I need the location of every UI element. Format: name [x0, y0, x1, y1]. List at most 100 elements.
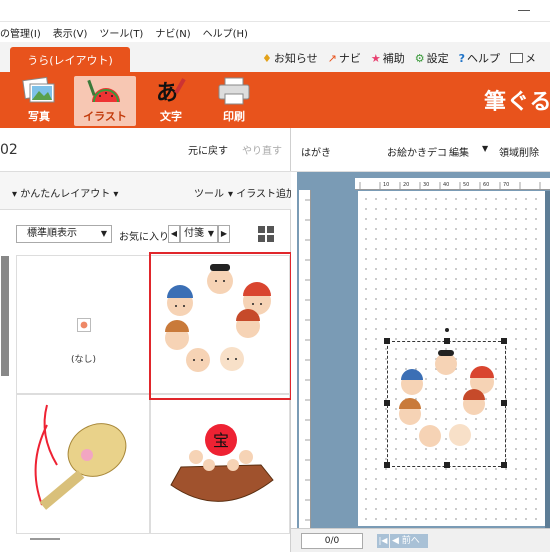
favorites-next-button[interactable]: ▶ — [218, 225, 230, 243]
first-page-button[interactable]: |◀ — [377, 534, 389, 548]
brush-text-icon: あ — [156, 78, 186, 106]
prev-page-button[interactable]: ◀ 前へ — [390, 534, 428, 548]
gear-icon: ⚙ — [414, 51, 425, 65]
resize-handle-bl[interactable] — [384, 462, 390, 468]
favorites-select[interactable]: 付箋 ▼ — [180, 225, 218, 243]
toolbar-photo-button[interactable]: 写真 — [8, 76, 70, 126]
panel-bottom-bar — [30, 538, 60, 540]
treasure-ship-illust: 宝 — [170, 424, 274, 502]
ruler-label: 70 — [503, 182, 509, 188]
tab-ura-layout[interactable]: うら(レイアウト) — [10, 47, 130, 72]
illust-panel: 02 元に戻す やり直す ▾ かんたんレイアウト ▾ ツール ▾ イラスト追加 … — [0, 128, 296, 552]
none-label: (なし) — [71, 355, 97, 365]
link-settings[interactable]: ⚙ 設定 — [415, 50, 449, 66]
sort-select[interactable]: 標準順表示 ▼ — [16, 225, 112, 243]
resize-handle-t[interactable] — [444, 338, 450, 344]
redo-button[interactable]: やり直す — [242, 142, 282, 157]
star-icon: ★ — [370, 51, 381, 65]
resize-handle-tr[interactable] — [501, 338, 507, 344]
toolbar-text-button[interactable]: あ 文字 — [140, 76, 202, 126]
deco-button[interactable]: お絵かきデコ — [387, 144, 447, 159]
favorites-label: お気に入り — [119, 232, 169, 243]
placed-seven-gods-illust — [399, 350, 494, 447]
ruler-label: 50 — [463, 182, 469, 188]
link-assist[interactable]: ★ 補助 — [371, 50, 405, 66]
panel-subtoolbar: ▾ かんたんレイアウト ▾ ツール ▾ イラスト追加 — [0, 172, 296, 210]
edit-menu[interactable]: 編集 — [449, 144, 469, 159]
canvas-left-strip — [291, 172, 297, 552]
ruler-label: 40 — [443, 182, 449, 188]
resize-handle-b[interactable] — [444, 462, 450, 468]
easy-layout-menu[interactable]: ▾ かんたんレイアウト ▾ — [12, 185, 118, 200]
ruler-label: 30 — [423, 182, 429, 188]
illust-cell-mallet[interactable] — [16, 394, 150, 534]
menu-manage[interactable]: の管理(I) — [0, 25, 41, 40]
undo-button[interactable]: 元に戻す — [188, 142, 228, 157]
delete-area-button[interactable]: 領域削除 — [499, 144, 539, 159]
seven-gods-illust — [165, 264, 271, 372]
navi-arrow-icon: ↗ — [327, 51, 337, 65]
menu-tools[interactable]: ツール(T) — [99, 25, 143, 40]
chevron-down-icon: ▼ — [100, 229, 107, 238]
illust-cell-none[interactable]: (なし) — [16, 255, 150, 394]
illust-icon — [87, 79, 120, 103]
minimize-icon[interactable] — [518, 10, 530, 11]
canvas-panel: はがき お絵かきデコ 編集 ▼ 領域削除 10 20 30 40 50 60 7… — [291, 128, 550, 552]
tab-row: うら(レイアウト) ♦ お知らせ ↗ ナビ ★ 補助 ⚙ 設定 ? ヘルプ メ — [0, 42, 550, 72]
photo-icon — [22, 76, 55, 103]
top-links: ♦ お知らせ ↗ ナビ ★ 補助 ⚙ 設定 ? ヘルプ メ — [262, 50, 536, 66]
none-icon — [77, 318, 91, 332]
printer-icon — [218, 77, 250, 105]
chevron-down-icon: ▾ — [228, 189, 237, 200]
tool-menu[interactable]: ツール — [194, 185, 224, 200]
mail-icon — [510, 53, 524, 63]
rotate-handle[interactable] — [445, 328, 449, 332]
resize-handle-r[interactable] — [501, 400, 507, 406]
menu-navi[interactable]: ナビ(N) — [155, 25, 190, 40]
chevron-down-icon: ▾ — [12, 189, 21, 200]
link-mail[interactable]: メ — [510, 50, 536, 66]
canvas-footer: 0/0 |◀ ◀ 前へ — [291, 528, 550, 552]
chevron-down-icon[interactable]: ▼ — [482, 144, 488, 153]
panel-header: 02 元に戻す やり直す — [0, 128, 291, 172]
link-help[interactable]: ? ヘルプ — [459, 50, 500, 66]
resize-handle-l[interactable] — [384, 400, 390, 406]
svg-text:あ: あ — [156, 80, 178, 106]
lucky-mallet-illust — [34, 404, 127, 510]
svg-text:宝: 宝 — [213, 431, 229, 450]
panel-filter-row: 標準順表示 ▼ お気に入り ◀ 付箋 ▼ ▶ — [0, 210, 291, 254]
placed-illust-selection[interactable] — [384, 328, 507, 468]
menu-help[interactable]: ヘルプ(H) — [203, 25, 248, 40]
add-illust-menu[interactable]: ▾ イラスト追加 — [228, 185, 296, 200]
page-indicator: 0/0 — [301, 533, 363, 549]
resize-handle-br[interactable] — [501, 462, 507, 468]
link-notice[interactable]: ♦ お知らせ — [262, 50, 318, 66]
menu-view[interactable]: 表示(V) — [53, 25, 88, 40]
ruler-top: 10 20 30 40 50 60 70 — [355, 178, 550, 190]
panel-scrollbar[interactable] — [1, 256, 9, 376]
favorites-prev-button[interactable]: ◀ — [168, 225, 180, 243]
menu-bar: の管理(I) 表示(V) ツール(T) ナビ(N) ヘルプ(H) — [0, 22, 550, 42]
chevron-down-icon: ▾ — [113, 189, 119, 200]
window-title-strip — [0, 0, 550, 22]
illust-cell-seven-gods[interactable] — [150, 255, 290, 394]
bell-icon: ♦ — [262, 51, 272, 65]
paper-type-label[interactable]: はがき — [301, 144, 331, 159]
ruler-left — [299, 190, 311, 530]
toolbar-illust-button[interactable]: イラスト — [74, 76, 136, 126]
ruler-label: 20 — [403, 182, 409, 188]
help-icon: ? — [458, 51, 466, 65]
grid-view-icon[interactable] — [258, 226, 274, 242]
panel-number: 02 — [0, 142, 18, 158]
illust-cell-treasure-ship[interactable]: 宝 — [150, 394, 290, 534]
chevron-down-icon: ▼ — [207, 229, 214, 238]
ruler-label: 60 — [483, 182, 489, 188]
ruler-label: 10 — [383, 182, 389, 188]
toolbar-print-button[interactable]: 印刷 — [203, 76, 265, 126]
link-navi[interactable]: ↗ ナビ — [328, 50, 361, 66]
resize-handle-tl[interactable] — [384, 338, 390, 344]
brand-logo: 筆ぐる — [484, 90, 550, 115]
main-toolbar: 写真 イラスト あ 文字 印刷 筆ぐる — [0, 72, 550, 128]
paper-shadow — [545, 191, 550, 531]
canvas-header: はがき お絵かきデコ 編集 ▼ 領域削除 — [291, 128, 550, 172]
